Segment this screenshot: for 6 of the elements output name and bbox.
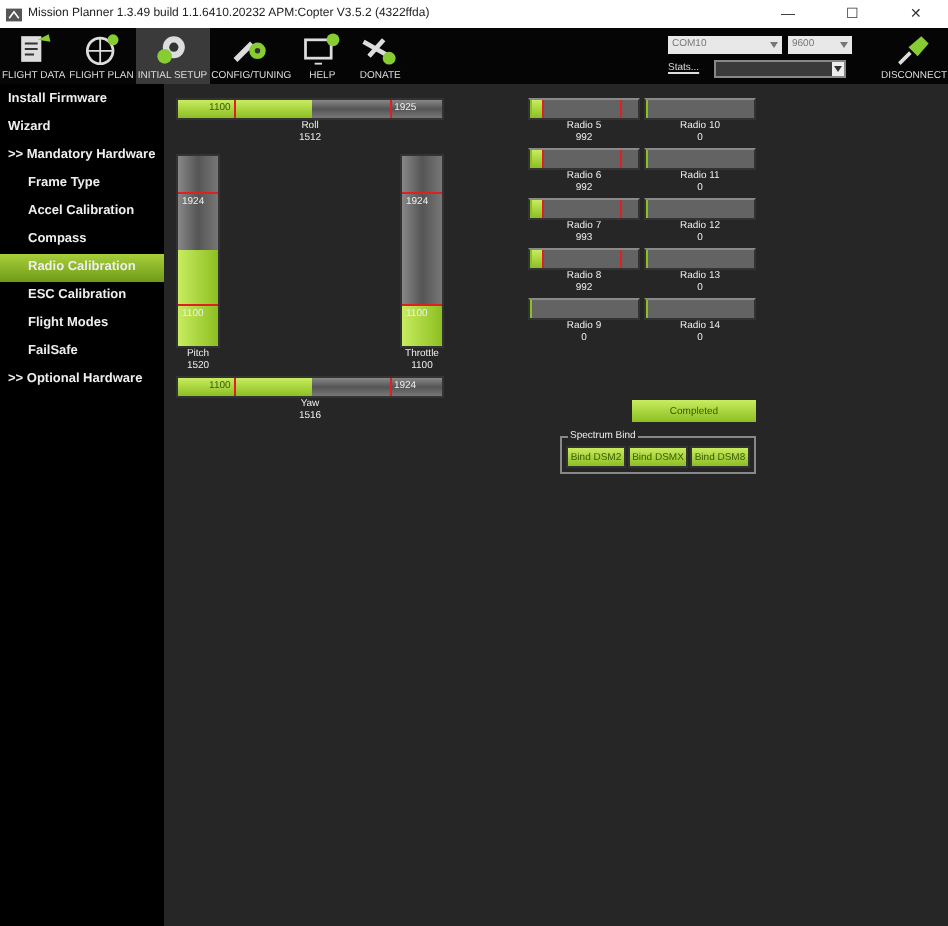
caret-icon: [840, 41, 848, 47]
app-logo-icon: [6, 7, 22, 21]
caret-icon: [770, 41, 778, 47]
monitor-icon: [300, 32, 345, 66]
caret-icon: [834, 65, 842, 71]
stats-dropdown[interactable]: [714, 59, 846, 77]
